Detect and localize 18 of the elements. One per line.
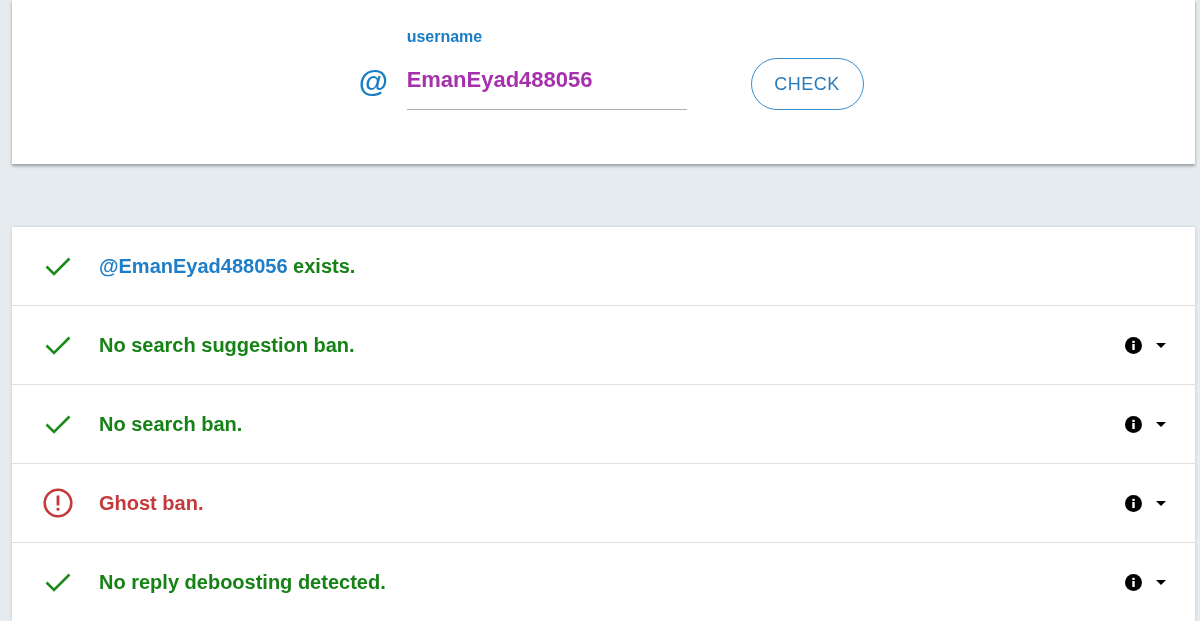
caret-icon[interactable] xyxy=(1156,342,1166,348)
info-icon[interactable] xyxy=(1125,573,1142,591)
caret-icon[interactable] xyxy=(1156,579,1166,585)
caret-icon[interactable] xyxy=(1156,421,1166,427)
result-text: No reply deboosting detected. xyxy=(99,570,386,595)
info-icon[interactable] xyxy=(1125,415,1142,433)
info-icon[interactable] xyxy=(1125,336,1142,354)
field-label: username xyxy=(406,27,483,47)
at-sign-icon: @ xyxy=(358,67,388,97)
caret-icon[interactable] xyxy=(1156,500,1166,506)
result-text: Ghost ban. xyxy=(99,491,204,516)
result-text: No search ban. xyxy=(99,412,243,437)
result-text: No search suggestion ban. xyxy=(99,333,355,358)
result-text: @EmanEyad488056 exists. xyxy=(99,254,356,279)
profile-link[interactable]: @EmanEyad488056 xyxy=(99,255,288,277)
username-input[interactable]: EmanEyad488056 xyxy=(406,54,687,110)
check-button[interactable]: CHECK xyxy=(750,58,864,110)
info-icon[interactable] xyxy=(1125,494,1142,512)
